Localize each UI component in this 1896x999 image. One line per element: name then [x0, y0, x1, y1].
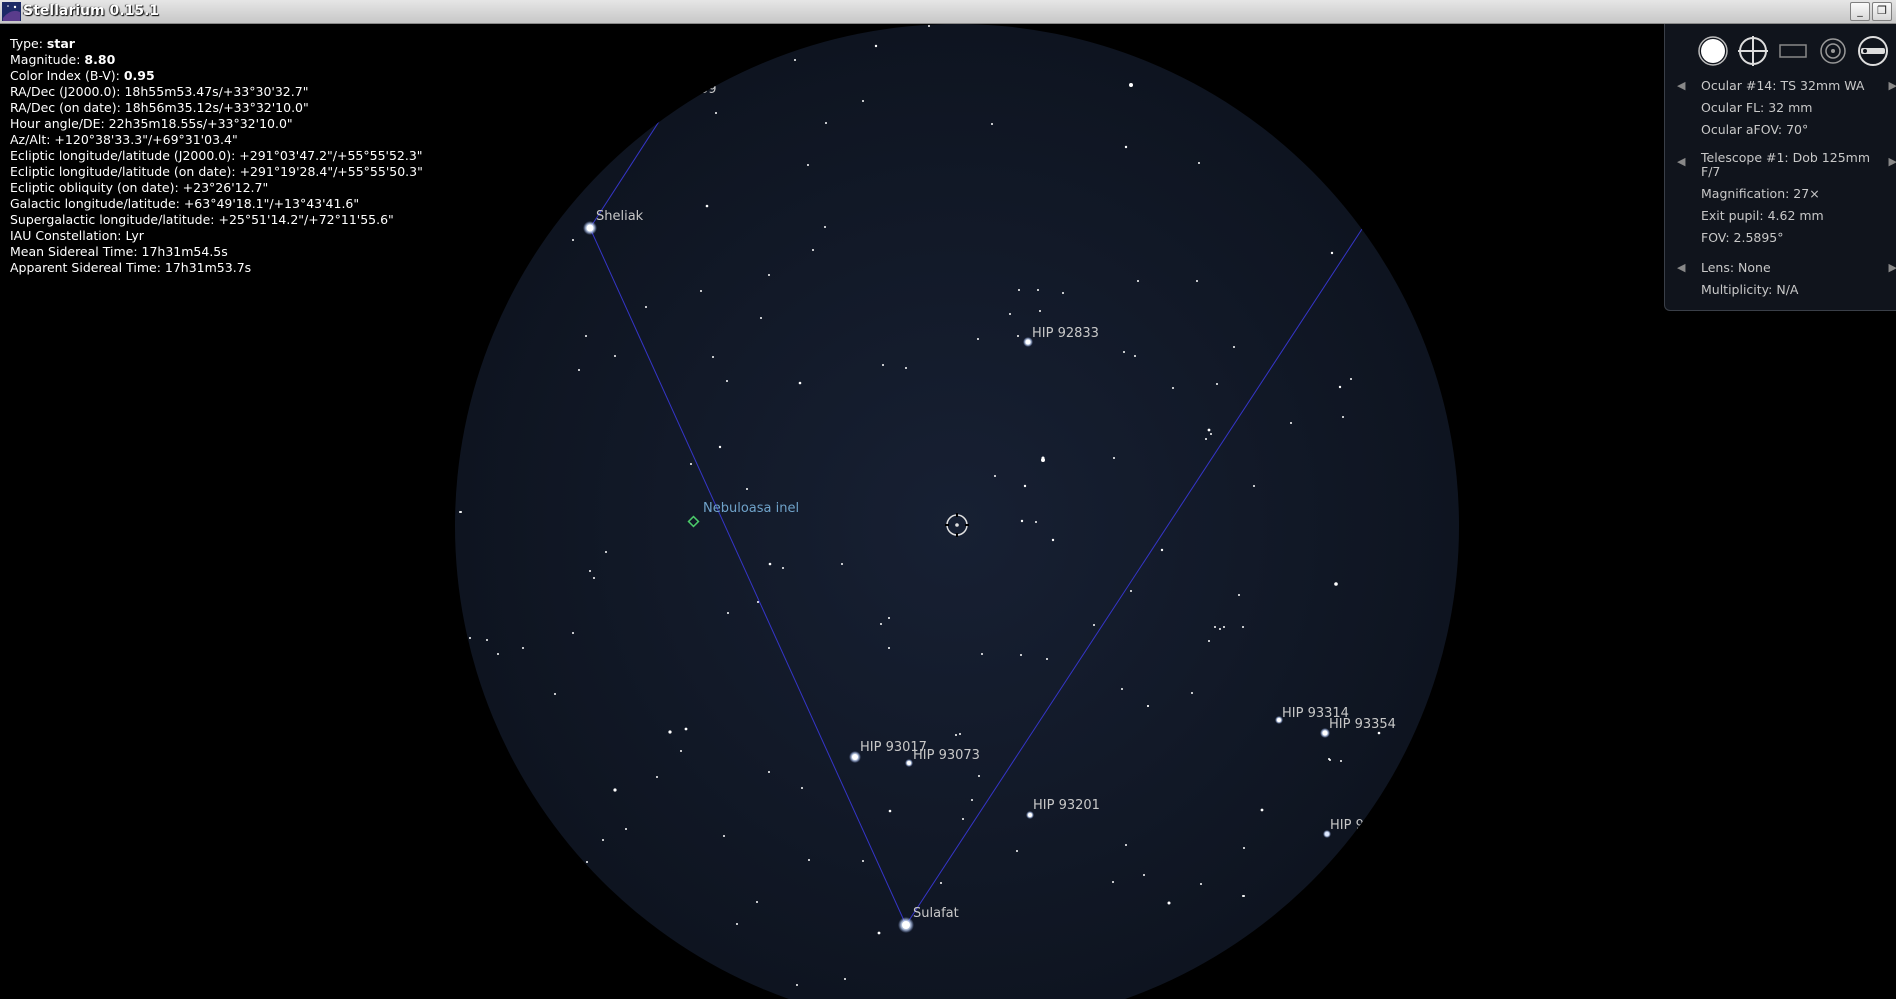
info-line: RA/Dec (on date): 18h56m35.12s/+33°32'10…: [10, 100, 309, 115]
info-line: Ecliptic longitude/latitude (J2000.0): +…: [10, 148, 423, 163]
label-partial-top: 59: [700, 82, 717, 97]
label-hip-93354: HIP 93354: [1329, 717, 1396, 732]
label-sulafat: Sulafat: [913, 906, 959, 921]
field-of-view: FOV: 2.5895°: [1701, 230, 1784, 245]
telescope-name: Telescope #1: Dob 125mm: [1701, 150, 1871, 165]
label-hip-93201: HIP 93201: [1033, 798, 1100, 813]
magnification: Magnification: 27×: [1701, 186, 1820, 201]
lens-name: Lens: None: [1701, 260, 1771, 275]
info-line: Ecliptic obliquity (on date): +23°26'12.…: [10, 180, 269, 195]
crosshair-toggle-icon[interactable]: [1735, 34, 1771, 68]
info-magnitude: Magnitude: 8.80: [10, 52, 116, 67]
info-line: Apparent Sidereal Time: 17h31m53.7s: [10, 260, 252, 275]
stellarium-app-icon: [2, 2, 21, 21]
next-ocular-button[interactable]: ▶: [1889, 79, 1896, 92]
info-line: Galactic longitude/latitude: +63°49'18.1…: [10, 196, 360, 211]
oculars-configure-icon[interactable]: [1855, 34, 1891, 68]
restore-button[interactable]: ❐: [1872, 2, 1892, 21]
window-title: Stellarium 0.15.1: [23, 3, 160, 19]
label-nebula: Nebuloasa inel: [703, 501, 799, 516]
info-line: Hour angle/DE: 22h35m18.55s/+33°32'10.0": [10, 116, 293, 131]
window-titlebar[interactable]: Stellarium 0.15.1 _ ❐: [0, 0, 1896, 24]
label-sheliak: Sheliak: [596, 209, 644, 224]
label-hip-93073: HIP 93073: [913, 748, 980, 763]
label-hip-cut: HIP 9: [1330, 818, 1364, 833]
previous-ocular-button[interactable]: ◀: [1677, 79, 1685, 92]
ocular-view-icon[interactable]: [1695, 34, 1731, 68]
exit-pupil: Exit pupil: 4.62 mm: [1701, 208, 1824, 223]
telescope-focal-ratio: F/7: [1701, 164, 1721, 179]
info-line: Ecliptic longitude/latitude (on date): +…: [10, 164, 423, 179]
previous-lens-button[interactable]: ◀: [1677, 261, 1685, 274]
previous-telescope-button[interactable]: ◀: [1677, 155, 1685, 168]
telrad-icon[interactable]: [1815, 34, 1851, 68]
ocular-afov: Ocular aFOV: 70°: [1701, 122, 1809, 137]
object-info-panel: Type: star Magnitude: 8.80 Color Index (…: [10, 36, 423, 276]
minimize-button[interactable]: _: [1850, 2, 1870, 21]
sensor-frame-icon[interactable]: [1775, 34, 1811, 68]
info-line: Supergalactic longitude/latitude: +25°51…: [10, 212, 394, 227]
info-line: Az/Alt: +120°38'33.3"/+69°31'03.4": [10, 132, 238, 147]
lens-multiplicity: Multiplicity: N/A: [1701, 282, 1799, 297]
info-line: Mean Sidereal Time: 17h31m54.5s: [10, 244, 228, 259]
next-lens-button[interactable]: ▶: [1889, 261, 1896, 274]
info-type: Type: star: [10, 36, 75, 51]
ocular-field-of-view: [455, 24, 1459, 999]
label-hip-92833: HIP 92833: [1032, 326, 1099, 341]
info-line: RA/Dec (J2000.0): 18h55m53.47s/+33°30'32…: [10, 84, 309, 99]
ocular-focal-length: Ocular FL: 32 mm: [1701, 100, 1813, 115]
next-telescope-button[interactable]: ▶: [1889, 155, 1896, 168]
oculars-panel: ◀ Ocular #14: TS 32mm WA ▶ Ocular FL: 32…: [1664, 24, 1896, 311]
ocular-name: Ocular #14: TS 32mm WA: [1701, 78, 1865, 93]
info-line: IAU Constellation: Lyr: [10, 228, 144, 243]
info-color-index: Color Index (B-V): 0.95: [10, 68, 155, 83]
